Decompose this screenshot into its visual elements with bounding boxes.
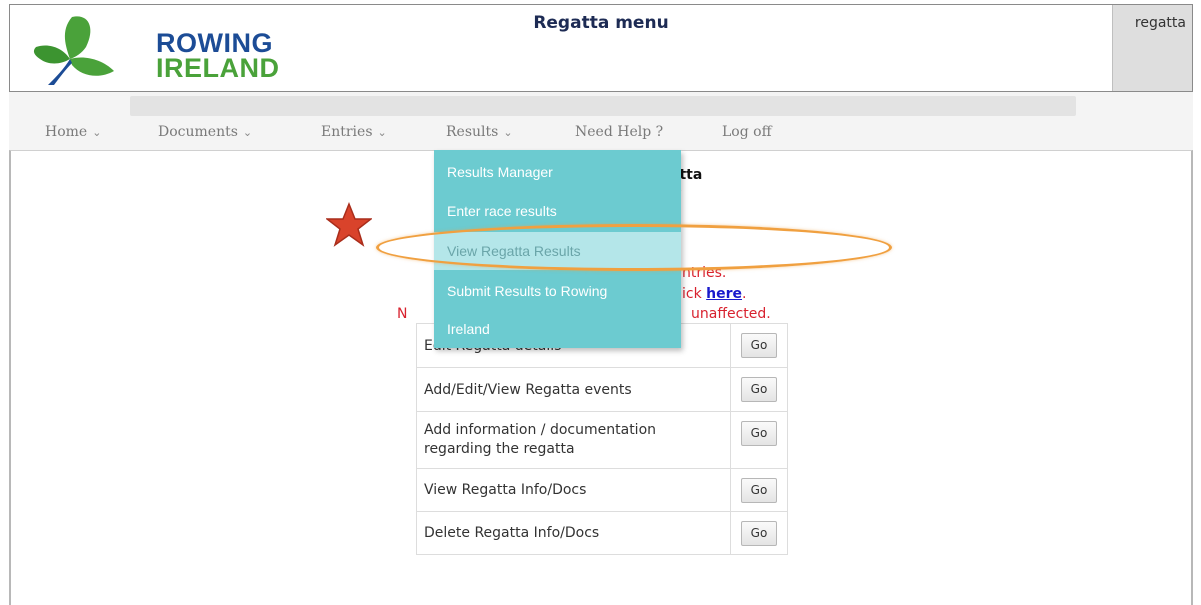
go-button-delete-info[interactable]: Go: [741, 520, 777, 546]
nav-log-off-label: Log off: [722, 124, 772, 140]
notice-line2-prefix: ick: [682, 286, 707, 302]
regatta-actions-table: Edit Regatta details Go Add/Edit/View Re…: [416, 323, 788, 555]
notice-line3-prefix: N: [397, 306, 408, 322]
chevron-down-icon: ⌄: [92, 126, 102, 139]
page-title: Regatta menu: [533, 13, 669, 33]
menu-item-submit-results-cont[interactable]: Ireland: [434, 310, 681, 348]
menu-item-submit-results[interactable]: Submit Results to Rowing: [434, 272, 681, 310]
go-button-view-info[interactable]: Go: [741, 477, 777, 503]
table-row: Add information / documentation regardin…: [416, 411, 788, 469]
notice-line2-suffix: .: [742, 286, 747, 302]
chevron-down-icon: ⌄: [377, 126, 387, 139]
toolbar-search-area: [130, 96, 1076, 116]
action-label: Add information / documentation regardin…: [416, 411, 731, 469]
action-label: Delete Regatta Info/Docs: [416, 511, 731, 555]
user-name: regatta: [1112, 5, 1192, 91]
nav-need-help-label: Need Help ?: [575, 124, 664, 140]
nav-log-off[interactable]: Log off: [722, 124, 772, 140]
nav-documents-label: Documents: [158, 124, 238, 140]
go-button-add-info[interactable]: Go: [741, 421, 777, 446]
here-link[interactable]: here: [706, 286, 742, 302]
nav-need-help[interactable]: Need Help ?: [575, 124, 663, 140]
table-row: Delete Regatta Info/Docs Go: [416, 511, 788, 555]
nav-home-label: Home: [45, 124, 88, 140]
go-button-edit-details[interactable]: Go: [741, 333, 777, 358]
action-label: Add/Edit/View Regatta events: [416, 367, 731, 412]
chevron-down-icon: ⌄: [503, 126, 513, 139]
go-button-events[interactable]: Go: [741, 377, 777, 402]
brand-line2: IRELAND: [156, 53, 280, 83]
nav-results[interactable]: Results ⌄: [446, 124, 513, 140]
chevron-down-icon: ⌄: [242, 126, 253, 139]
table-row: View Regatta Info/Docs Go: [416, 468, 788, 512]
nav-results-label: Results: [446, 124, 499, 140]
action-label: View Regatta Info/Docs: [416, 468, 731, 512]
menu-item-results-manager[interactable]: Results Manager: [434, 153, 681, 191]
nav-documents[interactable]: Documents ⌄: [158, 124, 252, 140]
highlight-oval: [376, 224, 892, 271]
star-icon: [326, 202, 372, 247]
nav-entries[interactable]: Entries ⌄: [321, 124, 387, 140]
site-header: ROWING IRELAND Regatta menu regatta: [9, 4, 1193, 92]
notice-line3-suffix: unaffected.: [691, 306, 771, 322]
table-row: Add/Edit/View Regatta events Go: [416, 367, 788, 412]
nav-home[interactable]: Home ⌄: [45, 124, 101, 140]
nav-entries-label: Entries: [321, 124, 373, 140]
notice-line2: ick here.: [682, 286, 746, 302]
